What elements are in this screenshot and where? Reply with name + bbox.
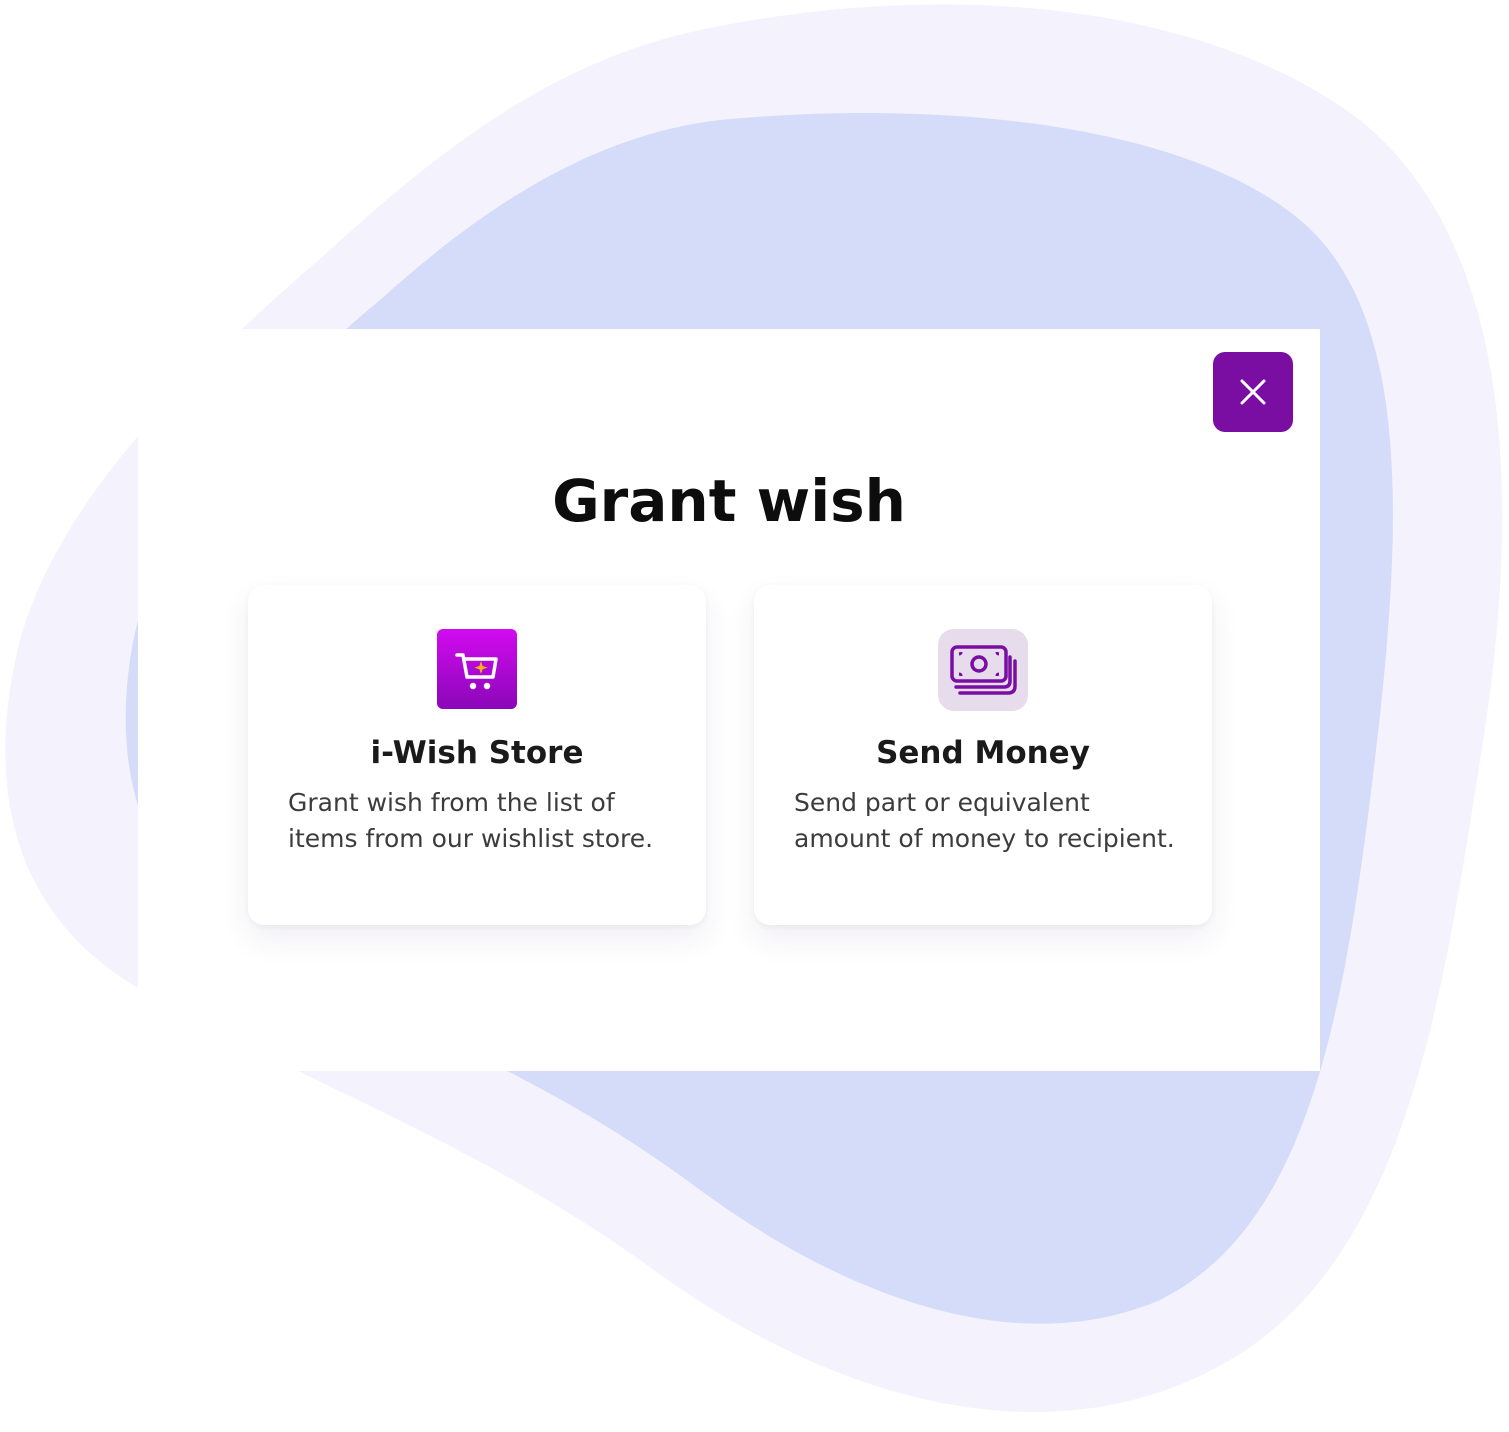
card-icon-wrapper [938, 629, 1028, 711]
option-title: i-Wish Store [370, 735, 584, 771]
option-description: Send part or equivalent amount of money … [794, 788, 1175, 853]
close-icon [1240, 379, 1266, 405]
modal-title: Grant wish [552, 467, 906, 535]
option-description: Grant wish from the list of items from o… [288, 788, 654, 853]
card-icon-wrapper [437, 629, 517, 709]
option-title: Send Money [876, 735, 1090, 771]
store-icon-tile [437, 629, 517, 709]
page: Grant wish i-Wish Store Grant wish from … [0, 0, 1509, 1432]
close-button[interactable] [1213, 352, 1293, 432]
grant-wish-modal: Grant wish i-Wish Store Grant wish from … [138, 329, 1320, 1071]
money-stack-icon [950, 645, 1017, 695]
shopping-cart-icon [455, 653, 498, 690]
money-icon-tile [938, 629, 1028, 711]
option-card-iwish-store[interactable]: i-Wish Store Grant wish from the list of… [248, 585, 706, 925]
option-card-send-money[interactable]: Send Money Send part or equivalent amoun… [754, 585, 1212, 925]
